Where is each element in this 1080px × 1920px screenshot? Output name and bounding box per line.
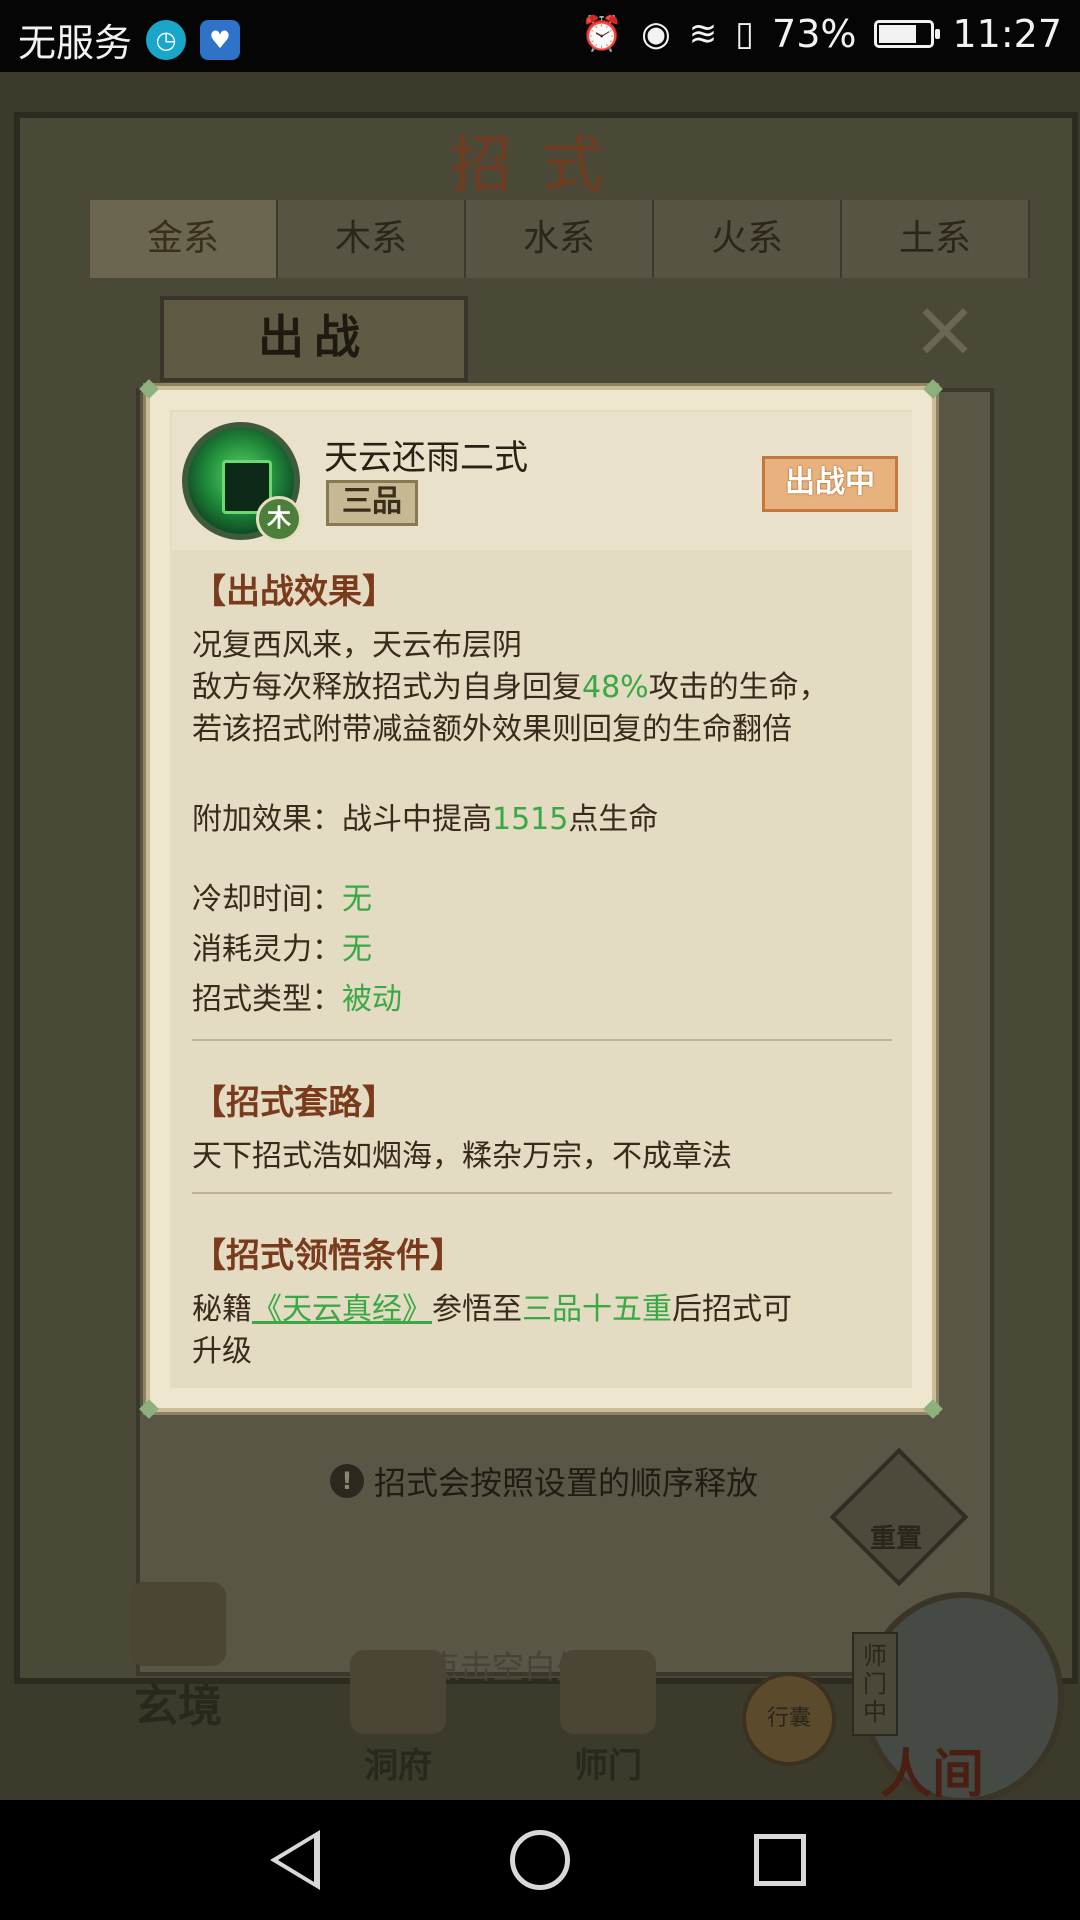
pouch-button[interactable]: 行囊: [742, 1672, 836, 1766]
status-bar-right: ⏰ ◉ ≋ ▯ 73% 11:27: [581, 12, 1062, 56]
bonus-effect: 附加效果：战斗中提高1515点生命: [192, 795, 892, 845]
type-row: 招式类型：被动: [192, 975, 892, 1025]
bonus-value: 1515: [492, 802, 569, 837]
reset-label: 重置: [869, 1524, 922, 1554]
clock-time: 11:27: [952, 12, 1062, 56]
order-hint-text: 招式会按照设置的顺序释放: [374, 1464, 759, 1502]
nav-shimen[interactable]: 师门: [560, 1650, 656, 1787]
eye-icon: ◉: [641, 14, 671, 54]
carrier-text: 无服务: [18, 21, 133, 65]
required-level: 三品十五重: [522, 1292, 672, 1327]
sim-icon: ▯: [735, 14, 755, 54]
scroll-icon: [130, 1582, 226, 1666]
wifi-icon: ≋: [688, 14, 718, 54]
divider: [192, 1192, 892, 1194]
battery-percent: 73%: [772, 12, 857, 56]
element-badge: 木: [256, 496, 302, 542]
condition-line-2: 升级: [192, 1334, 252, 1369]
skill-name: 天云还雨二式: [324, 438, 528, 478]
type-label: 招式类型：: [192, 982, 342, 1017]
skill-description: 【出战效果】 况复西风来，天云布层阴 敌方每次释放招式为自身回复48%攻击的生命…: [192, 564, 892, 1373]
banner-icon: [560, 1650, 656, 1734]
condition-title: 【招式领悟条件】: [192, 1236, 464, 1276]
condition-mid: 参悟至: [432, 1292, 522, 1327]
tab-fire[interactable]: 火系: [654, 200, 842, 278]
back-icon[interactable]: [270, 1830, 320, 1890]
tab-metal[interactable]: 金系: [90, 200, 278, 278]
nav-shimen-label: 师门: [574, 1746, 642, 1786]
condition-prefix: 秘籍: [192, 1292, 252, 1327]
nav-xuanjing[interactable]: 玄境: [130, 1582, 226, 1734]
world-label: 人间: [880, 1744, 985, 1800]
effect-line-2-a: 敌方每次释放招式为自身回复: [192, 670, 582, 705]
battle-section-header: 出战: [160, 296, 468, 382]
status-badge: 出战中: [762, 456, 898, 512]
pouch-label: 行囊: [766, 1706, 811, 1731]
heal-percent: 48%: [582, 670, 649, 705]
battery-icon: [874, 20, 941, 48]
close-icon[interactable]: ×: [910, 289, 980, 369]
skill-detail-dialog[interactable]: 木 天云还雨二式 三品 出战中 【出战效果】 况复西风来，天云布层阴 敌方每次释…: [139, 379, 943, 1419]
effect-line-1: 况复西风来，天云布层阴: [192, 628, 522, 663]
recents-icon[interactable]: [754, 1834, 806, 1886]
status-bar: 无服务 ◷ ♥ ⏰ ◉ ≋ ▯ 73% 11:27: [0, 0, 1080, 72]
nav-dongfu[interactable]: 洞府: [350, 1650, 446, 1787]
pavilion-icon: [350, 1650, 446, 1734]
cooldown-label: 冷却时间：: [192, 882, 342, 917]
element-tabs: 金系 木系 水系 火系 土系: [90, 200, 1030, 278]
cooldown-row: 冷却时间：无: [192, 875, 892, 925]
tab-wood[interactable]: 木系: [278, 200, 466, 278]
battery-fill: [879, 25, 916, 43]
cost-value: 无: [342, 932, 372, 967]
condition-suffix: 后招式可: [672, 1292, 792, 1327]
effect-line-2-b: 攻击的生命，: [648, 670, 829, 705]
tab-water[interactable]: 水系: [466, 200, 654, 278]
cost-row: 消耗灵力：无: [192, 925, 892, 975]
info-icon: !: [330, 1464, 364, 1498]
nav-dongfu-label: 洞府: [364, 1746, 432, 1786]
divider: [192, 1039, 892, 1041]
health-app-icon: ♥: [200, 19, 241, 60]
system-nav-bar: [0, 1800, 1080, 1920]
cooldown-value: 无: [342, 882, 372, 917]
alarm-icon: ⏰: [580, 14, 624, 54]
skill-header: 木 天云还雨二式 三品 出战中: [172, 412, 912, 550]
effect-line-3: 若该招式附带减益额外效果则回复的生命翻倍: [192, 712, 792, 747]
grade-tag: 三品: [326, 480, 418, 526]
condition-line-1: 秘籍《天云真经》参悟至三品十五重后招式可: [192, 1289, 892, 1331]
bonus-suffix: 点生命: [568, 802, 659, 837]
effect-title: 【出战效果】: [192, 572, 396, 612]
order-hint: ! 招式会按照设置的顺序释放: [330, 1458, 758, 1504]
bonus-label: 附加效果：战斗中提高: [192, 802, 492, 837]
manual-link[interactable]: 《天云真经》: [252, 1292, 432, 1327]
home-icon[interactable]: [510, 1830, 570, 1890]
tab-earth[interactable]: 土系: [842, 200, 1030, 278]
cost-label: 消耗灵力：: [192, 932, 342, 967]
nav-xuanjing-label: 玄境: [134, 1681, 222, 1732]
routine-title: 【招式套路】: [192, 1083, 396, 1123]
sect-tag: 师门中: [852, 1632, 898, 1736]
status-bar-left: 无服务 ◷ ♥: [18, 12, 241, 67]
routine-text: 天下招式浩如烟海，糅杂万宗，不成章法: [192, 1139, 732, 1174]
type-value: 被动: [342, 982, 402, 1017]
effect-line-2: 敌方每次释放招式为自身回复48%攻击的生命，: [192, 667, 892, 709]
screen-title: 招式: [450, 128, 635, 201]
clock-app-icon: ◷: [146, 19, 187, 60]
